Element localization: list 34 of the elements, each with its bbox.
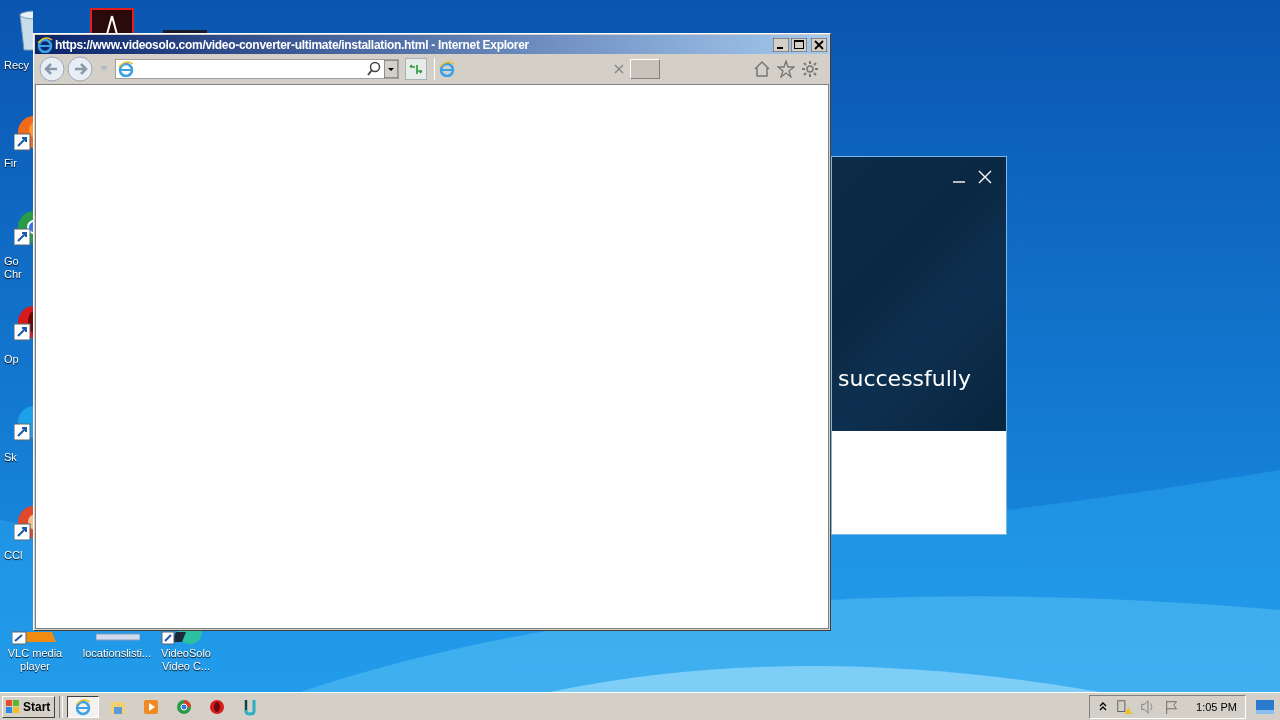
windows-logo-icon: [5, 698, 21, 715]
installer-message: successfully: [837, 366, 972, 391]
icon-label: CCl: [4, 549, 24, 562]
icon-label: Sk: [4, 451, 18, 464]
icon-label: VideoSolo Video C...: [160, 647, 212, 673]
icon-label: Fir: [4, 157, 18, 170]
browser-logo-icon: [439, 61, 455, 77]
star-icon[interactable]: [777, 60, 795, 78]
play-icon: [142, 697, 161, 716]
new-tab-button[interactable]: [630, 59, 660, 79]
settings-icon[interactable]: [801, 60, 819, 78]
network-warning-icon[interactable]: [1116, 698, 1133, 715]
icon-label: locationslisti...: [81, 647, 153, 660]
start-button[interactable]: Start: [2, 695, 56, 718]
icon-label: Go Chr: [4, 255, 23, 281]
icon-label: VLC media player: [6, 647, 64, 673]
search-icon[interactable]: [366, 61, 382, 77]
back-button[interactable]: [39, 56, 65, 82]
close-button[interactable]: [811, 37, 827, 52]
window-title: https://www.videosolo.com/video-converter-ultimate/installation.html - Internet Explorer: [55, 37, 529, 52]
icon-label: Recy: [4, 59, 31, 72]
document-icon[interactable]: [90, 8, 134, 33]
minimize-button[interactable]: [773, 37, 789, 52]
dropdown-button[interactable]: [384, 60, 398, 78]
browser-logo-icon: [37, 36, 53, 53]
browser-logo-icon: [118, 61, 134, 77]
taskbar-button[interactable]: [67, 695, 100, 718]
show-desktop-icon[interactable]: [1256, 699, 1274, 714]
maximize-button[interactable]: [791, 37, 807, 52]
icon-label: Op: [4, 353, 20, 366]
refresh-button[interactable]: [405, 58, 427, 80]
clock[interactable]: 1:05 PM: [1196, 700, 1237, 713]
home-icon[interactable]: [753, 60, 771, 78]
forward-button[interactable]: [67, 56, 93, 82]
